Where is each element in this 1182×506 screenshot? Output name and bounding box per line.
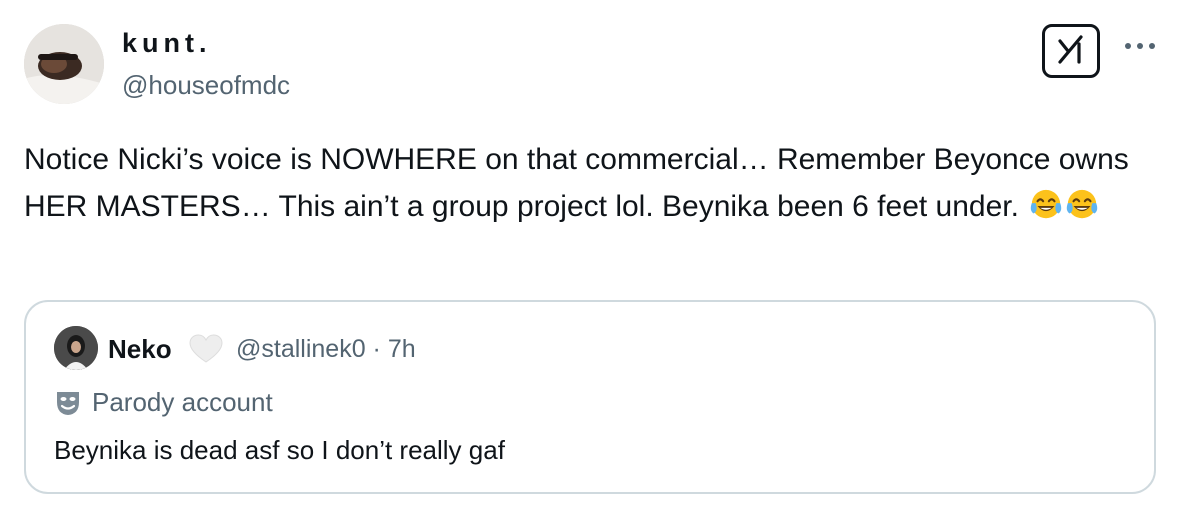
author-avatar[interactable] — [24, 24, 104, 104]
tweet-text: Notice Nicki’s voice is NOWHERE on that … — [24, 136, 1154, 236]
tears-of-joy-emoji-icon — [1065, 188, 1099, 236]
grok-button[interactable] — [1042, 24, 1100, 78]
quoted-tweet-text: Beynika is dead asf so I don’t really ga… — [54, 435, 505, 465]
parody-account-label: Parody account — [92, 387, 273, 417]
quoted-tweet-card[interactable]: Neko @stallinek0 · 7h Parody account Bey… — [24, 300, 1156, 494]
theater-mask-icon — [54, 389, 82, 422]
more-options-button[interactable] — [1120, 32, 1160, 62]
author-handle[interactable]: @houseofmdc — [122, 70, 290, 101]
grok-icon — [1054, 32, 1088, 71]
tears-of-joy-emoji-icon — [1029, 188, 1063, 236]
quoted-handle-time: @stallinek0 · 7h — [236, 335, 416, 363]
more-options-icon — [1122, 38, 1158, 56]
author-display-name[interactable]: kunt. — [122, 28, 212, 59]
tweet-body: Notice Nicki’s voice is NOWHERE on that … — [24, 143, 1129, 223]
quoted-display-name[interactable]: Neko — [108, 334, 172, 365]
white-heart-icon — [188, 334, 224, 369]
quoted-author-avatar[interactable] — [54, 326, 98, 370]
